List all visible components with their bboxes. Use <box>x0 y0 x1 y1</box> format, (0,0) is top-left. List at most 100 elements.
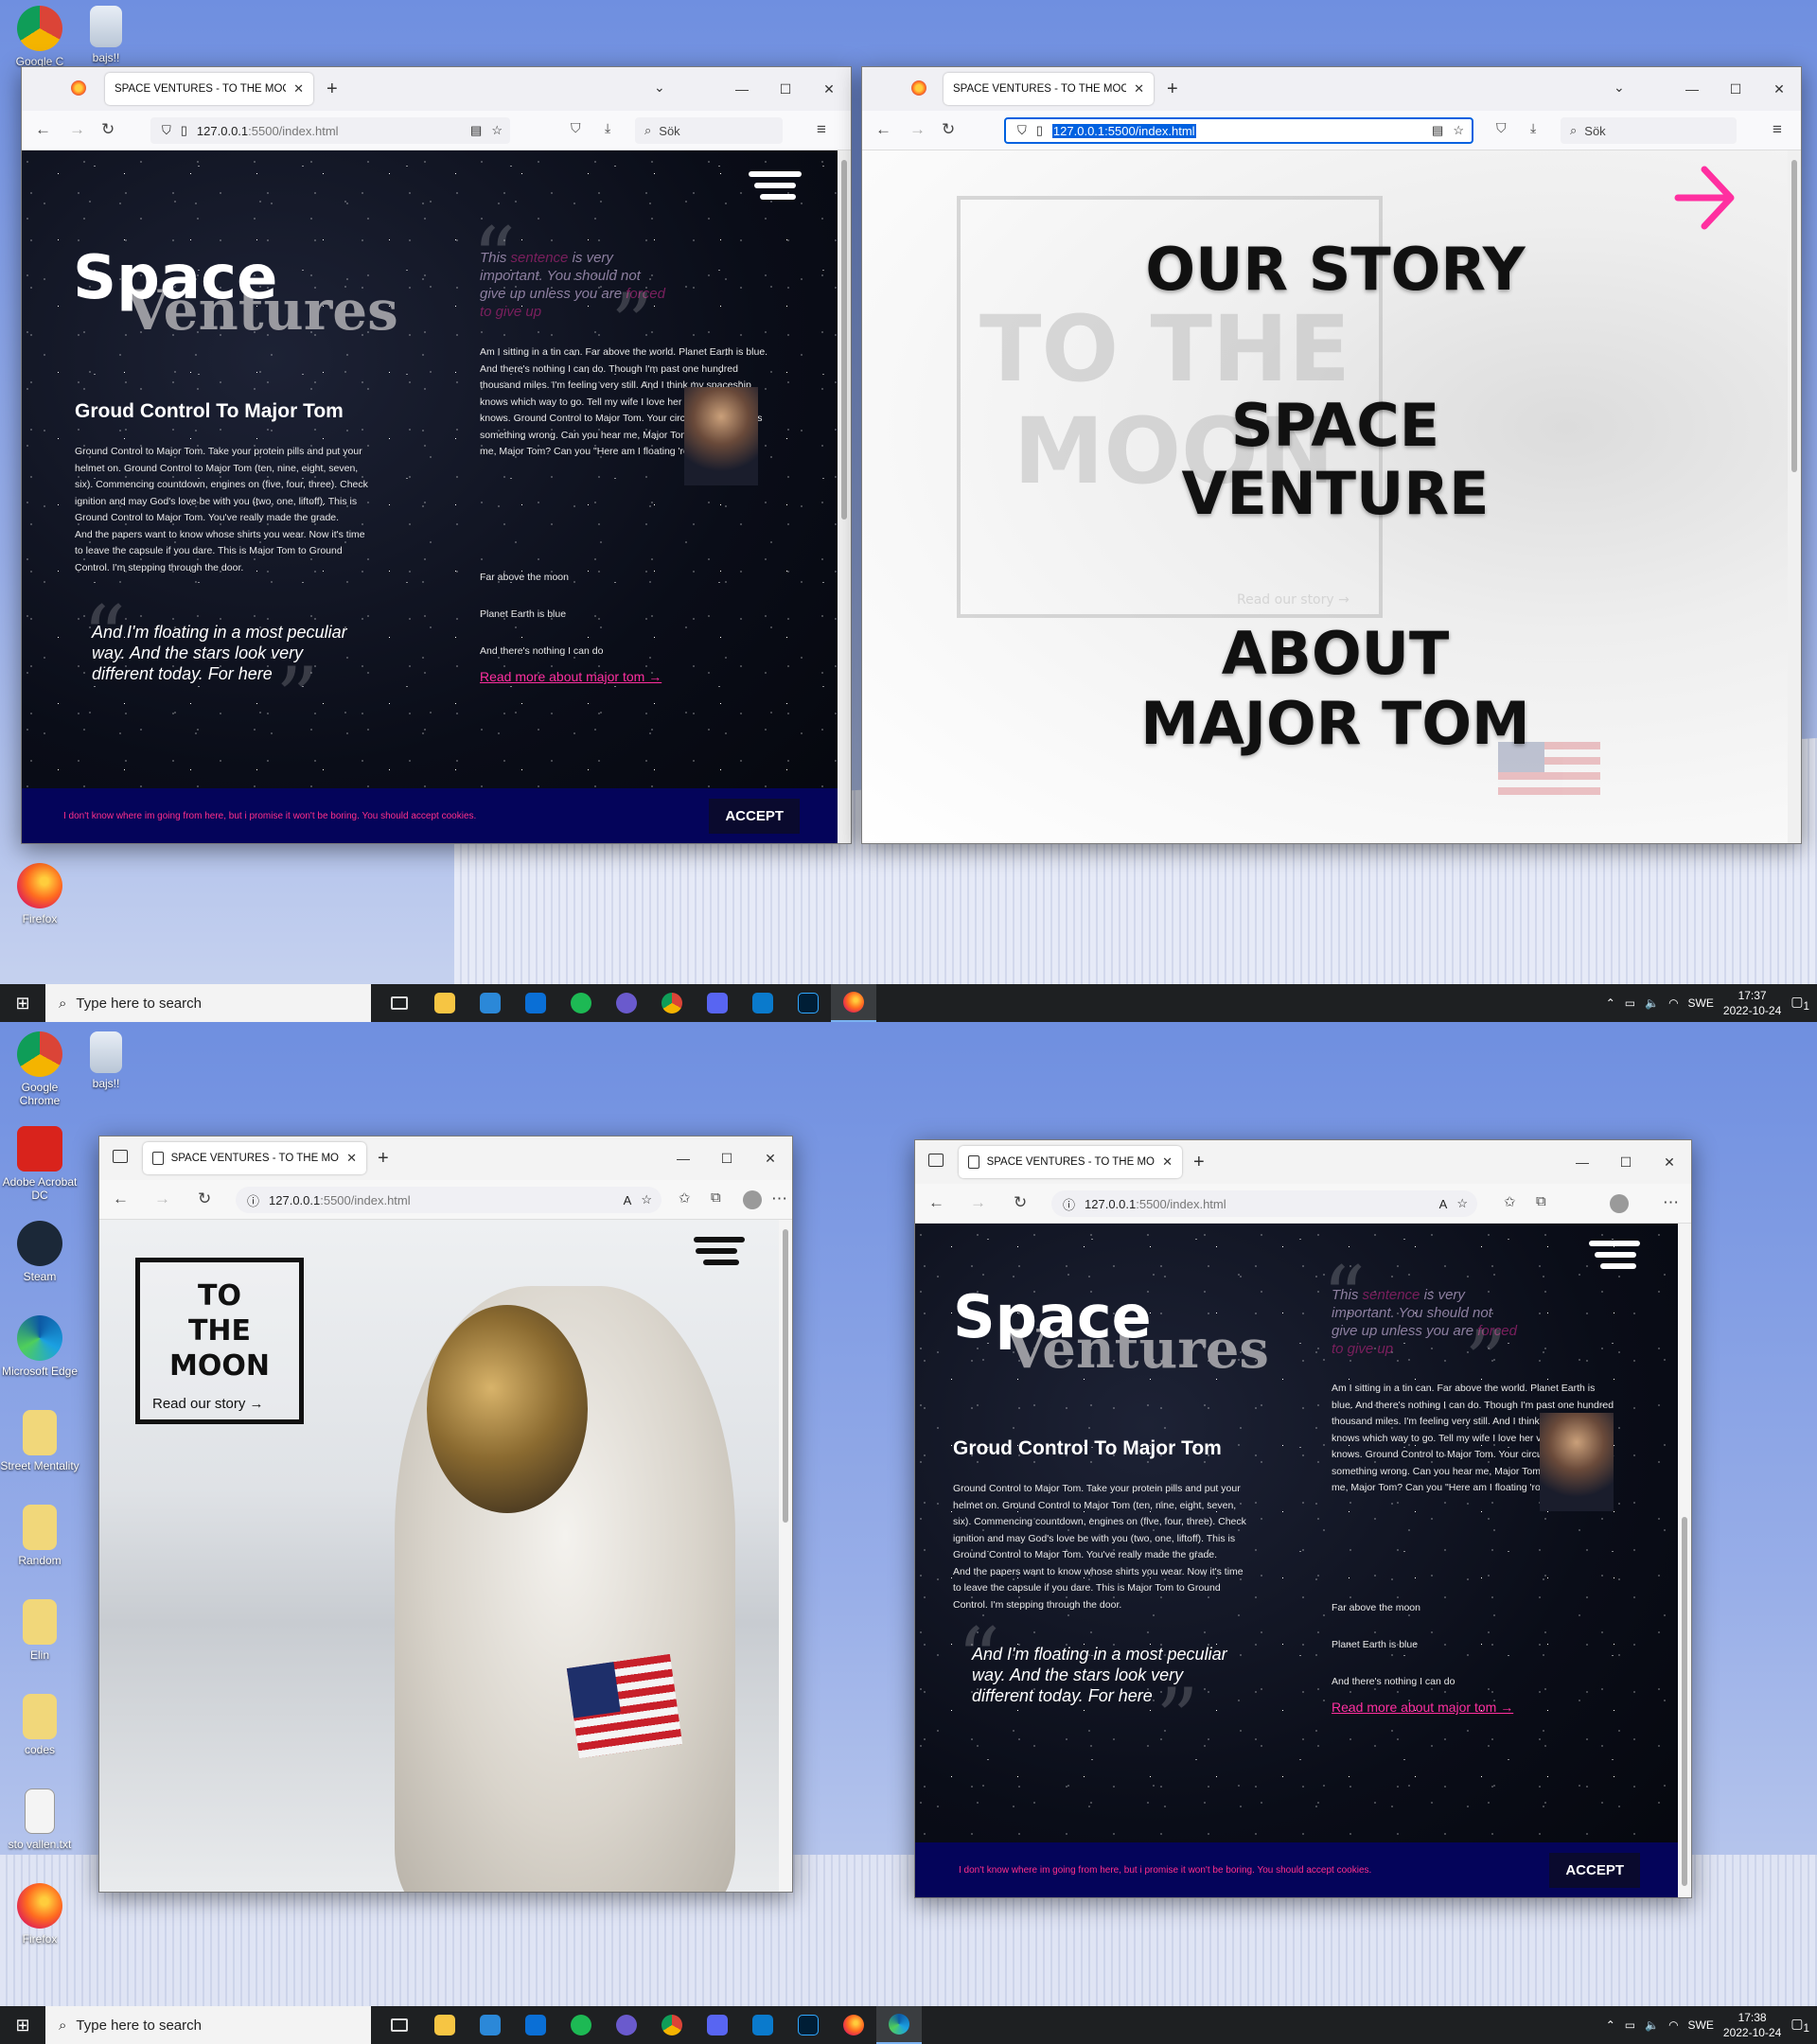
taskbar-chrome[interactable] <box>649 984 695 1022</box>
maximize-icon[interactable]: ☐ <box>1714 81 1757 97</box>
minimize-icon[interactable]: — <box>720 81 764 97</box>
taskbar-firefox[interactable] <box>831 2006 876 2044</box>
taskbar-spotify[interactable] <box>558 2006 604 2044</box>
battery-icon[interactable]: ▭ <box>1625 2018 1635 2032</box>
bookmark-star-icon[interactable]: ☆ <box>491 123 503 138</box>
battery-icon[interactable]: ▭ <box>1625 996 1635 1010</box>
start-button[interactable]: ⊞ <box>0 984 45 1022</box>
taskbar-discord[interactable] <box>695 2006 740 2044</box>
chevron-up-icon[interactable]: ⌃ <box>1606 996 1615 1010</box>
clock[interactable]: 17:37 2022-10-24 <box>1723 988 1781 1018</box>
profile-avatar[interactable] <box>743 1190 762 1209</box>
tab-active[interactable]: SPACE VENTURES - TO THE MOC ✕ <box>959 1146 1182 1178</box>
menu-our-story[interactable]: OUR STORY <box>1127 238 1544 302</box>
close-tab-icon[interactable]: ✕ <box>1134 81 1144 97</box>
url-bar[interactable]: ⓘ 127.0.0.1:5500/index.html A ☆ <box>236 1187 662 1213</box>
taskbar-store[interactable] <box>467 2006 513 2044</box>
scrollbar[interactable] <box>779 1220 792 1892</box>
taskbar-file-explorer[interactable] <box>422 2006 467 2044</box>
minimize-icon[interactable]: — <box>662 1151 705 1166</box>
forward-icon[interactable]: → <box>69 120 85 139</box>
desktop-icon-street-mentality[interactable]: Street Mentality <box>0 1410 79 1472</box>
profile-avatar[interactable] <box>1610 1194 1629 1213</box>
taskbar-vscode[interactable] <box>740 984 785 1022</box>
tab-actions-icon[interactable] <box>113 1150 128 1163</box>
chevron-up-icon[interactable]: ⌃ <box>1606 2018 1615 2032</box>
new-tab-icon[interactable]: + <box>326 79 338 100</box>
desktop-icon-random[interactable]: Random <box>0 1505 79 1567</box>
wifi-icon[interactable]: ◠ <box>1668 996 1678 1010</box>
close-icon[interactable]: ✕ <box>1757 81 1801 97</box>
more-options-icon[interactable]: ⋯ <box>771 1189 787 1208</box>
wifi-icon[interactable]: ◠ <box>1668 2018 1678 2032</box>
tab-active[interactable]: SPACE VENTURES - TO THE MOON! ✕ <box>944 73 1154 105</box>
read-more-link[interactable]: Read more about major tom → <box>1332 1700 1513 1715</box>
desktop-icon-firefox[interactable]: Firefox <box>0 863 79 925</box>
back-icon[interactable]: ← <box>875 120 891 139</box>
maximize-icon[interactable]: ☐ <box>764 81 807 97</box>
scrollbar[interactable] <box>1788 150 1801 843</box>
taskbar-chrome[interactable] <box>649 2006 695 2044</box>
download-icon[interactable]: ⤓ <box>605 120 610 136</box>
task-view-button[interactable] <box>377 2006 422 2044</box>
reload-icon[interactable]: ↻ <box>101 120 115 139</box>
favorite-add-icon[interactable]: ☆ <box>641 1192 652 1207</box>
menu-space-venture[interactable]: SPACE VENTURE <box>1127 392 1544 528</box>
taskbar-discord[interactable] <box>695 984 740 1022</box>
scrollbar[interactable] <box>1678 1224 1691 1897</box>
close-icon[interactable]: ✕ <box>807 81 851 97</box>
start-button[interactable]: ⊞ <box>0 2006 45 2044</box>
menu-icon[interactable]: ≡ <box>1773 120 1782 139</box>
minimize-icon[interactable]: — <box>1670 81 1714 97</box>
taskbar-search[interactable]: ⌕ Type here to search <box>45 2006 371 2044</box>
new-tab-icon[interactable]: + <box>1167 79 1178 100</box>
favorite-add-icon[interactable]: ☆ <box>1456 1196 1468 1211</box>
firefox-tab-list-icon[interactable] <box>71 80 86 96</box>
desktop-icon-firefox[interactable]: Firefox <box>0 1883 79 1946</box>
reader-icon[interactable]: ▤ <box>1432 123 1443 138</box>
desktop-icon-acrobat[interactable]: Adobe Acrobat DC <box>0 1126 79 1202</box>
url-bar[interactable]: ⓘ 127.0.0.1:5500/index.html A ☆ <box>1051 1190 1477 1217</box>
desktop-icon-steam[interactable]: Steam <box>0 1221 79 1283</box>
url-bar[interactable]: ⛉ ▯ 127.0.0.1:5500/index.html ▤ ☆ <box>1004 117 1473 144</box>
maximize-icon[interactable]: ☐ <box>1604 1154 1648 1171</box>
forward-icon[interactable]: → <box>970 1193 986 1212</box>
taskbar-spotify[interactable] <box>558 984 604 1022</box>
hamburger-icon[interactable] <box>749 171 802 200</box>
reload-icon[interactable]: ↻ <box>1014 1193 1027 1212</box>
url-bar[interactable]: ⛉ ▯ 127.0.0.1:5500/index.html ▤ ☆ <box>150 117 510 144</box>
forward-icon[interactable]: → <box>154 1189 170 1208</box>
taskbar-search[interactable]: ⌕ Type here to search <box>45 984 371 1022</box>
desktop-icon-sto-vallen[interactable]: sto vallen.txt <box>0 1788 79 1851</box>
taskbar-file-explorer[interactable] <box>422 984 467 1022</box>
list-tabs-icon[interactable]: ⌄ <box>1614 79 1625 96</box>
desktop-icon-recycle[interactable]: bajs!! <box>66 1031 146 1090</box>
taskbar-photoshop[interactable] <box>785 2006 831 2044</box>
task-view-button[interactable] <box>377 984 422 1022</box>
language-indicator[interactable]: SWE <box>1688 2018 1714 2032</box>
close-tab-icon[interactable]: ✕ <box>293 81 304 97</box>
hamburger-icon[interactable] <box>694 1237 747 1265</box>
menu-icon[interactable]: ≡ <box>817 120 826 139</box>
clock[interactable]: 17:38 2022-10-24 <box>1723 2010 1781 2040</box>
taskbar-mail[interactable] <box>513 2006 558 2044</box>
taskbar-firefox[interactable] <box>831 984 876 1022</box>
volume-icon[interactable]: 🔈 <box>1645 2018 1659 2032</box>
taskbar-store[interactable] <box>467 984 513 1022</box>
collections-icon[interactable]: ⧉ <box>711 1189 721 1206</box>
taskbar-vscode[interactable] <box>740 2006 785 2044</box>
pocket-icon[interactable]: ⛉ <box>1496 120 1507 136</box>
more-options-icon[interactable]: ⋯ <box>1663 1193 1679 1212</box>
reload-icon[interactable]: ↻ <box>942 120 955 139</box>
close-icon[interactable]: ✕ <box>1648 1154 1691 1171</box>
volume-icon[interactable]: 🔈 <box>1645 996 1659 1010</box>
download-icon[interactable]: ⤓ <box>1530 120 1536 136</box>
language-indicator[interactable]: SWE <box>1688 996 1714 1010</box>
firefox-tab-list-icon[interactable] <box>911 80 926 96</box>
desktop-icon-recycle[interactable]: bajs!! <box>66 6 146 64</box>
accept-cookies-button[interactable]: ACCEPT <box>709 798 800 834</box>
back-icon[interactable]: ← <box>35 120 51 139</box>
minimize-icon[interactable]: — <box>1561 1154 1604 1170</box>
maximize-icon[interactable]: ☐ <box>705 1151 749 1167</box>
taskbar-mail[interactable] <box>513 984 558 1022</box>
